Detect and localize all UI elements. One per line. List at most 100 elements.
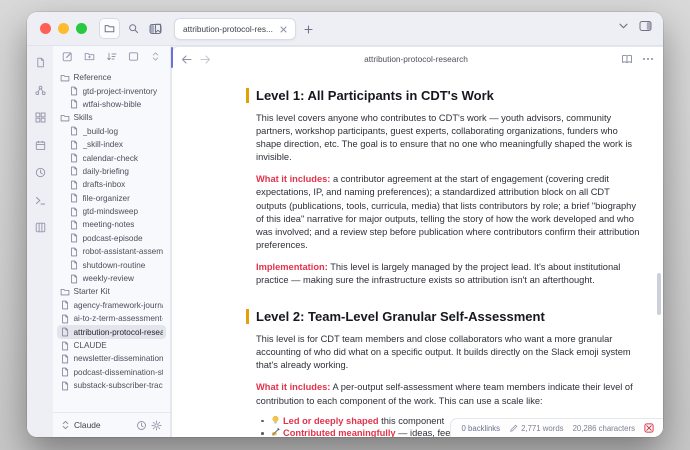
new-folder-icon[interactable] bbox=[84, 49, 95, 67]
traffic-lights bbox=[40, 23, 87, 34]
chevron-down-icon bbox=[619, 23, 628, 29]
arrow-left-icon bbox=[181, 55, 192, 64]
inline-lead: What it includes: bbox=[256, 382, 330, 392]
files-view-button[interactable] bbox=[99, 18, 120, 39]
heading-level-1: Level 1: All Participants in CDT's Work bbox=[246, 88, 640, 103]
zoom-window-button[interactable] bbox=[76, 23, 87, 34]
tree-folder[interactable]: Reference bbox=[57, 71, 166, 84]
calendar-icon[interactable] bbox=[35, 138, 46, 156]
tree-item[interactable]: robot-assistant-assembler bbox=[57, 245, 166, 258]
tab-label: attribution-protocol-res... bbox=[183, 24, 273, 34]
writing-hand-emoji bbox=[270, 427, 281, 437]
tree-item[interactable]: _skill-index bbox=[57, 138, 166, 151]
quick-switcher-icon[interactable] bbox=[35, 55, 46, 73]
history-icon[interactable] bbox=[35, 165, 46, 183]
minimize-window-button[interactable] bbox=[58, 23, 69, 34]
arrow-right-icon bbox=[200, 55, 211, 64]
character-count[interactable]: 20,286 characters bbox=[573, 424, 635, 433]
book-icon bbox=[621, 54, 633, 64]
editor-tab[interactable]: attribution-protocol-res... bbox=[174, 18, 296, 40]
plugin-status-icon[interactable] bbox=[644, 423, 654, 433]
tree-item[interactable]: drafts-inbox bbox=[57, 178, 166, 191]
close-window-button[interactable] bbox=[40, 23, 51, 34]
card-layout-icon[interactable] bbox=[128, 49, 139, 67]
editor-pane: attribution-protocol-research Level 1: A… bbox=[171, 46, 663, 437]
paragraph: This level covers anyone who contributes… bbox=[256, 112, 640, 164]
inline-lead: Implementation: bbox=[256, 262, 328, 272]
new-note-icon[interactable] bbox=[62, 49, 73, 67]
tab-list-dropdown-button[interactable] bbox=[619, 23, 628, 29]
tree-folder[interactable]: Starter Kit bbox=[57, 285, 166, 298]
gear-icon bbox=[151, 420, 162, 431]
tree-item[interactable]: podcast-dissemination-strategy-outline bbox=[57, 366, 166, 379]
heading-level-2: Level 2: Team-Level Granular Self-Assess… bbox=[246, 309, 640, 324]
tree-item[interactable]: weekly-review bbox=[57, 272, 166, 285]
paragraph: Implementation: This level is largely ma… bbox=[256, 261, 640, 287]
navigate-back-button[interactable] bbox=[181, 55, 192, 64]
tree-item[interactable]: ai-to-z-term-assessment-framework bbox=[57, 312, 166, 325]
tree-item[interactable]: agency-framework-journal-research bbox=[57, 299, 166, 312]
tree-item[interactable]: wtfai-show-bible bbox=[57, 98, 166, 111]
more-options-button[interactable] bbox=[642, 57, 654, 61]
toggle-right-sidebar-button[interactable] bbox=[639, 20, 652, 32]
tree-item[interactable]: podcast-episode bbox=[57, 232, 166, 245]
reading-view-button[interactable] bbox=[621, 54, 633, 64]
sort-order-icon[interactable] bbox=[106, 49, 117, 67]
paragraph: This level is for CDT team members and c… bbox=[256, 333, 640, 372]
editor-scrollbar[interactable] bbox=[657, 273, 661, 315]
plus-icon bbox=[304, 25, 313, 34]
lightbulb-emoji bbox=[270, 415, 281, 425]
tree-item[interactable]: calendar-check bbox=[57, 151, 166, 164]
backlinks-count[interactable]: 0 backlinks bbox=[462, 424, 501, 433]
word-count[interactable]: 2,771 words bbox=[521, 424, 563, 433]
settings-button[interactable] bbox=[151, 420, 162, 431]
ellipsis-icon bbox=[642, 57, 654, 61]
tree-item[interactable]: _build-log bbox=[57, 125, 166, 138]
paragraph: What it includes: A per-output self-asse… bbox=[256, 381, 640, 407]
tree-item[interactable]: substack-subscriber-tracking-research bbox=[57, 379, 166, 392]
panel-left-icon bbox=[149, 23, 162, 35]
note-title: attribution-protocol-research bbox=[219, 54, 613, 64]
app-window: attribution-protocol-res... bbox=[27, 12, 663, 437]
tree-item[interactable]: file-organizer bbox=[57, 192, 166, 205]
titlebar: attribution-protocol-res... bbox=[27, 12, 663, 46]
note-content[interactable]: Level 1: All Participants in CDT's Work … bbox=[172, 71, 663, 437]
pencil-icon bbox=[509, 424, 518, 433]
panel-right-icon bbox=[639, 20, 652, 32]
tree-item[interactable]: meeting-notes bbox=[57, 218, 166, 231]
pane-divider-accent bbox=[171, 47, 173, 68]
navigate-forward-button[interactable] bbox=[200, 55, 211, 64]
clock-icon bbox=[136, 420, 147, 431]
toggle-left-sidebar-button[interactable] bbox=[145, 19, 166, 40]
search-button[interactable] bbox=[123, 18, 144, 39]
paragraph: What it includes: a contributor agreemen… bbox=[256, 173, 640, 252]
kanban-icon[interactable] bbox=[35, 220, 46, 238]
vault-switcher-icon bbox=[61, 420, 70, 430]
folder-icon bbox=[104, 23, 115, 34]
canvas-icon[interactable] bbox=[35, 110, 46, 128]
sync-history-button[interactable] bbox=[136, 420, 147, 431]
collapse-all-icon[interactable] bbox=[150, 49, 161, 67]
tree-item[interactable]: daily-briefing bbox=[57, 165, 166, 178]
file-tree: Reference gtd-project-inventory wtfai-sh… bbox=[53, 69, 170, 412]
tree-item[interactable]: gtd-project-inventory bbox=[57, 84, 166, 97]
tree-item-active[interactable]: attribution-protocol-research bbox=[57, 325, 166, 338]
inline-lead: What it includes: bbox=[256, 174, 330, 184]
editor-header: attribution-protocol-research bbox=[172, 47, 663, 71]
tree-item[interactable]: shutdown-routine bbox=[57, 258, 166, 271]
search-icon bbox=[128, 23, 139, 34]
tree-item[interactable]: gtd-mindsweep bbox=[57, 205, 166, 218]
new-tab-button[interactable] bbox=[304, 25, 313, 34]
explorer-toolbar bbox=[53, 46, 170, 69]
tree-item[interactable]: CLAUDE bbox=[57, 339, 166, 352]
terminal-icon[interactable] bbox=[35, 193, 46, 211]
vault-bar[interactable]: Claude bbox=[53, 412, 170, 437]
vault-name: Claude bbox=[74, 420, 101, 430]
tree-item[interactable]: newsletter-dissemination-strategy-ou... bbox=[57, 352, 166, 365]
tree-folder[interactable]: Skills bbox=[57, 111, 166, 124]
status-bar: 0 backlinks 2,771 words 20,286 character… bbox=[450, 418, 663, 437]
file-explorer: Reference gtd-project-inventory wtfai-sh… bbox=[53, 46, 171, 437]
ribbon bbox=[27, 46, 53, 437]
graph-view-icon[interactable] bbox=[35, 83, 46, 101]
tab-close-icon[interactable] bbox=[280, 26, 287, 33]
